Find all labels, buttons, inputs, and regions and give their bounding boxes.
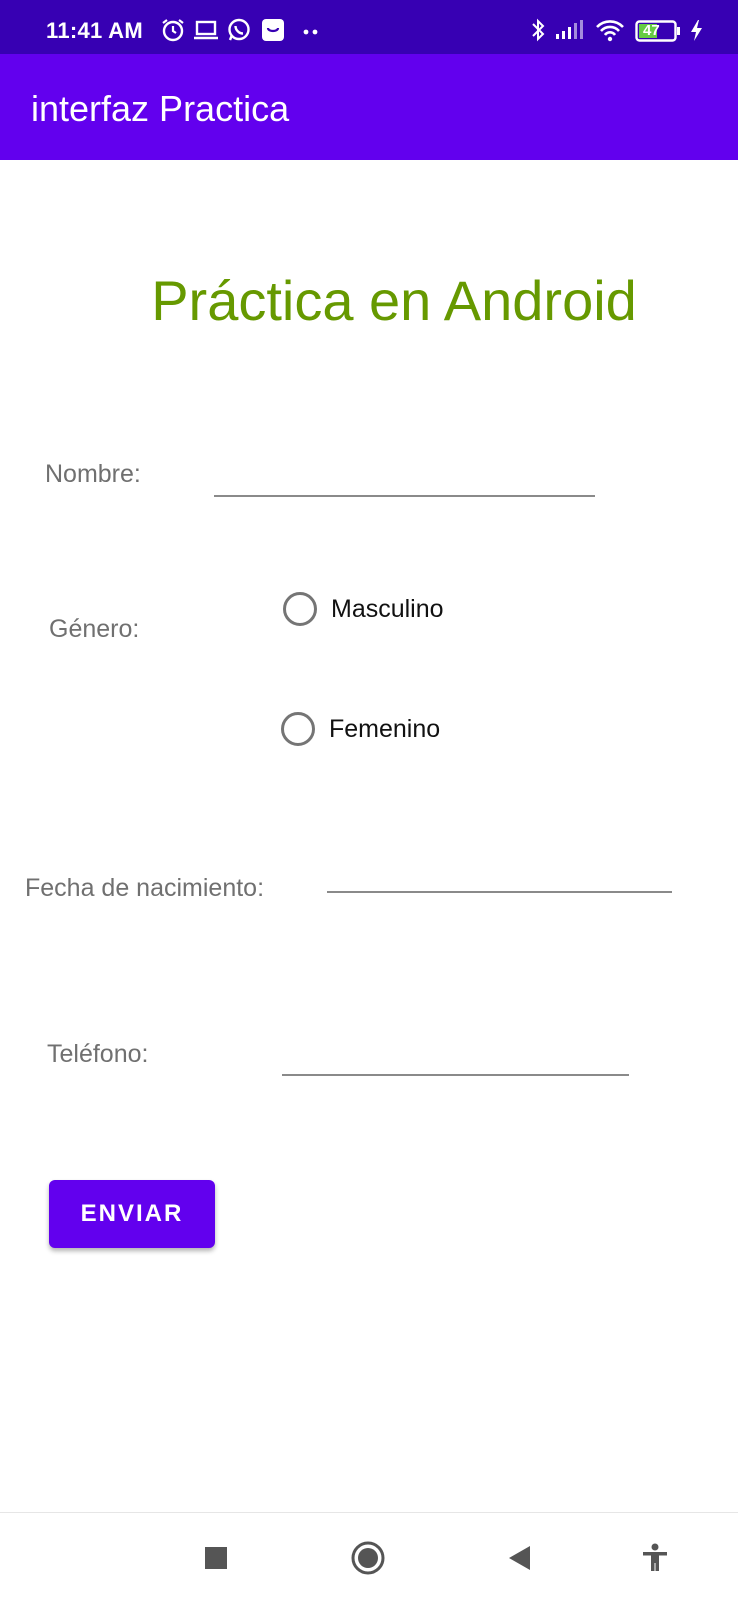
name-label: Nombre:	[45, 460, 141, 488]
navigation-bar	[0, 1512, 738, 1601]
accessibility-button[interactable]	[632, 1535, 678, 1581]
back-button[interactable]	[497, 1535, 543, 1581]
submit-button-label[interactable]: ENVIAR	[81, 1200, 184, 1228]
battery-level: 47	[643, 22, 660, 39]
radio-femenino-label[interactable]: Femenino	[329, 715, 440, 744]
submit-button[interactable]: ENVIAR	[49, 1180, 215, 1248]
accessibility-icon	[643, 1543, 667, 1571]
radio-femenino[interactable]: Femenino	[281, 712, 440, 746]
radio-masculino-label[interactable]: Masculino	[331, 595, 444, 624]
home-circle-icon	[351, 1541, 385, 1575]
gender-label: Género:	[49, 615, 140, 643]
radio-femenino-circle[interactable]	[281, 712, 315, 746]
more-dots-icon	[303, 29, 318, 35]
phone-input[interactable]	[282, 1074, 629, 1076]
recents-square-icon	[205, 1547, 227, 1569]
laptop-icon	[194, 20, 218, 40]
whatsapp-icon	[228, 18, 250, 41]
signal-icon	[556, 20, 583, 39]
charging-icon	[691, 20, 702, 41]
shop-icon	[262, 19, 284, 41]
battery-icon: 47	[635, 20, 680, 42]
birthdate-input[interactable]	[327, 891, 672, 893]
home-button[interactable]	[345, 1535, 391, 1581]
wifi-icon	[596, 20, 624, 42]
radio-masculino[interactable]: Masculino	[283, 592, 444, 626]
radio-masculino-circle[interactable]	[283, 592, 317, 626]
status-time: 11:41 AM	[46, 18, 143, 43]
status-bar: 11:41 AM 47	[0, 0, 738, 54]
page-title: Práctica en Android	[151, 269, 637, 332]
phone-label: Teléfono:	[47, 1040, 149, 1068]
app-bar: interfaz Practica	[0, 54, 738, 160]
birthdate-label: Fecha de nacimiento:	[25, 874, 265, 902]
app-bar-title: interfaz Practica	[31, 88, 290, 129]
name-input[interactable]	[214, 495, 595, 497]
recents-button[interactable]	[193, 1535, 239, 1581]
back-triangle-icon	[509, 1546, 530, 1570]
bluetooth-icon	[532, 18, 545, 42]
alarm-icon	[162, 19, 184, 42]
